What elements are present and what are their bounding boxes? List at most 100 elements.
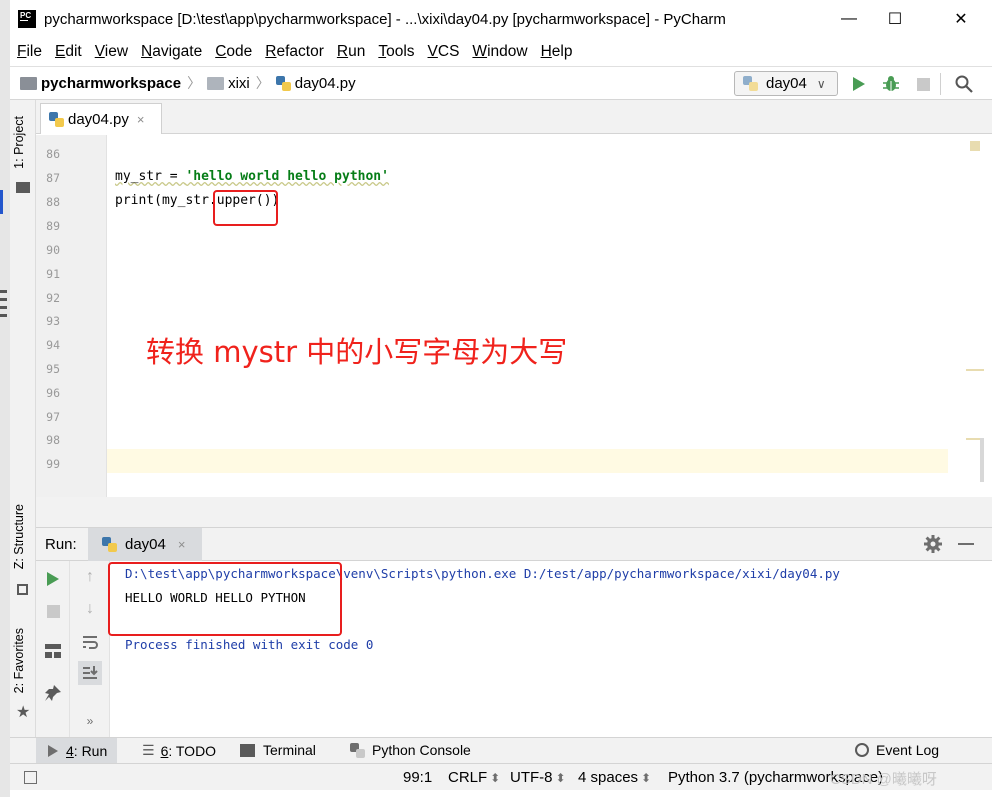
editor-tab-day04[interactable]: day04.py ×	[40, 103, 162, 134]
run-panel-label: Run:	[45, 536, 77, 553]
run-button[interactable]	[848, 73, 870, 95]
layout-icon	[45, 644, 61, 658]
debug-button[interactable]	[880, 73, 902, 95]
run-toolbar-primary	[36, 561, 70, 737]
tool-tab-favorites[interactable]: 2: Favorites	[12, 628, 26, 693]
tool-tab-run[interactable]: 4: Run	[36, 738, 118, 764]
tool-tab-todo[interactable]: ☰ 6: TODO	[142, 742, 216, 759]
breadcrumb-file[interactable]: day04.py	[275, 75, 356, 92]
editor-tabs: day04.py ×	[36, 100, 992, 134]
stop-button[interactable]	[912, 73, 934, 95]
scrollbar-thumb[interactable]	[980, 438, 984, 482]
project-folder-icon	[16, 182, 30, 193]
line-gutter: 86 87 88 89 90 91 92 93 94 95 96 97 98 9…	[36, 135, 107, 497]
line-number: 93	[46, 314, 60, 328]
menu-navigate[interactable]: Navigate	[141, 43, 202, 61]
more-actions-icon[interactable]: »	[80, 711, 100, 731]
encoding-select[interactable]: UTF-8 ⬍	[510, 769, 566, 786]
code-line-87: my_str = 'hello world hello python'	[115, 169, 389, 184]
desktop-edge	[0, 0, 10, 797]
menu-run[interactable]: Run	[337, 43, 365, 61]
line-number: 95	[46, 362, 60, 376]
caret-position[interactable]: 99:1	[403, 769, 432, 786]
terminal-icon	[240, 743, 255, 757]
rerun-button[interactable]	[43, 569, 63, 589]
soft-wrap-icon[interactable]	[80, 632, 100, 652]
run-tab-day04[interactable]: day04 ×	[88, 528, 202, 561]
event-log-icon	[855, 743, 869, 757]
close-tab-icon[interactable]: ×	[137, 112, 145, 127]
tool-tab-project[interactable]: 1: Project	[12, 116, 26, 169]
menu-code[interactable]: Code	[215, 43, 252, 61]
stop-icon	[916, 77, 930, 91]
python-icon	[102, 537, 117, 552]
chevron-down-icon: ∨	[816, 76, 826, 91]
tool-tab-event-log[interactable]: Event Log	[855, 742, 939, 758]
structure-icon	[17, 584, 28, 595]
menu-tools[interactable]: Tools	[378, 43, 414, 61]
highlight-box-upper	[213, 190, 278, 226]
line-separator-select[interactable]: CRLF ⬍	[448, 769, 500, 786]
line-number: 88	[46, 195, 60, 209]
menu-help[interactable]: Help	[541, 43, 573, 61]
menu-view[interactable]: View	[95, 43, 128, 61]
up-arrow-icon[interactable]: ↑	[80, 567, 100, 587]
title-bar: PC pycharmworkspace [D:\test\app\pycharm…	[10, 0, 992, 38]
tool-tab-python-console[interactable]: Python Console	[350, 742, 471, 758]
indent-select[interactable]: 4 spaces ⬍	[578, 769, 651, 786]
settings-button[interactable]	[924, 535, 942, 553]
menu-vcs[interactable]: VCS	[428, 43, 460, 61]
line-number: 99	[46, 457, 60, 471]
run-icon	[47, 572, 59, 586]
line-number: 98	[46, 433, 60, 447]
scroll-to-end-icon[interactable]	[78, 661, 102, 685]
minimize-button[interactable]: —	[826, 0, 872, 38]
close-button[interactable]: ✕	[938, 0, 984, 38]
code-editor[interactable]: 86 87 88 89 90 91 92 93 94 95 96 97 98 9…	[36, 135, 984, 497]
run-icon	[853, 77, 865, 91]
menu-file[interactable]: File	[17, 43, 42, 61]
menu-refactor[interactable]: Refactor	[265, 43, 324, 61]
folder-icon	[207, 76, 225, 90]
menu-window[interactable]: Window	[472, 43, 527, 61]
python-file-icon	[49, 111, 64, 127]
star-icon: ★	[16, 704, 31, 721]
run-toolbar-secondary: ↑ ↓ »	[70, 561, 110, 737]
close-tab-icon[interactable]: ×	[178, 537, 186, 552]
inspection-indicator-icon	[970, 141, 980, 151]
breadcrumb-project[interactable]: pycharmworkspace	[20, 75, 181, 92]
search-everywhere-button[interactable]	[953, 73, 975, 95]
tool-tab-terminal[interactable]: Terminal	[240, 742, 316, 758]
line-number: 90	[46, 243, 60, 257]
watermark: CSDN @曦曦呀	[830, 771, 937, 788]
tool-tab-structure[interactable]: Z: Structure	[12, 504, 26, 569]
python-icon	[743, 76, 758, 91]
menu-edit[interactable]: Edit	[55, 43, 82, 61]
folder-icon	[20, 76, 37, 90]
run-panel-header: Run: day04 ×	[36, 527, 992, 561]
toggle-tool-windows-icon[interactable]	[24, 771, 37, 784]
navigation-bar: pycharmworkspace 〉 xixi 〉 day04.py day04…	[10, 66, 992, 100]
layout-button[interactable]	[43, 641, 63, 661]
breadcrumb-folder[interactable]: xixi	[207, 75, 250, 92]
run-console[interactable]: D:\test\app\pycharmworkspace\venv\Script…	[108, 561, 992, 737]
minimize-panel-icon[interactable]	[958, 543, 974, 545]
line-number: 86	[46, 147, 60, 161]
down-arrow-icon[interactable]: ↓	[80, 599, 100, 619]
stop-icon	[46, 604, 60, 618]
stop-button[interactable]	[43, 601, 63, 621]
editor-scroll-markers	[948, 135, 984, 497]
list-icon: ☰	[142, 742, 155, 758]
maximize-button[interactable]: ☐	[872, 0, 918, 38]
pin-tab-button[interactable]	[43, 683, 63, 703]
line-number: 91	[46, 267, 60, 281]
highlight-box-output	[108, 562, 342, 636]
panel-splitter[interactable]	[36, 497, 992, 527]
breadcrumb-separator: 〉	[255, 75, 270, 91]
console-exit-line: Process finished with exit code 0	[125, 637, 374, 652]
left-tool-strip: 1: Project Z: Structure 2: Favorites ★	[10, 100, 36, 737]
run-configuration-select[interactable]: day04 ∨	[734, 71, 838, 96]
line-number: 87	[46, 171, 60, 185]
tool-window-bar: 4: Run ☰ 6: TODO Terminal Python Console…	[10, 737, 992, 764]
gear-icon	[924, 535, 942, 553]
